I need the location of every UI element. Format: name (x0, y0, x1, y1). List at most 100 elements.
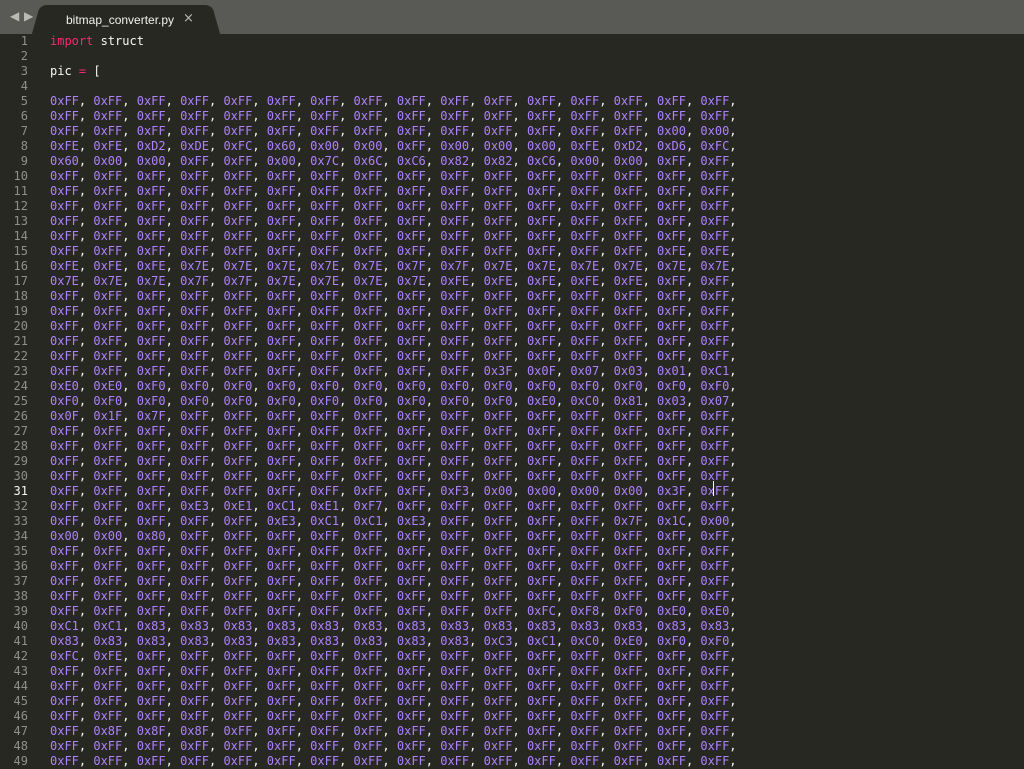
code-line[interactable]: 25 0xF0, 0xF0, 0xF0, 0xF0, 0xF0, 0xF0, 0x… (0, 394, 1024, 409)
code-text: 0xFF, 0xFF, 0xFF, 0xFF, 0xFF, 0xFF, 0xFF… (50, 694, 737, 708)
line-number: 27 (13, 424, 28, 438)
close-icon[interactable]: × (183, 11, 194, 26)
code-line[interactable]: 22 0xFF, 0xFF, 0xFF, 0xFF, 0xFF, 0xFF, 0x… (0, 349, 1024, 364)
code-text: 0xFE, 0xFE, 0xD2, 0xDE, 0xFC, 0x60, 0x00… (50, 139, 737, 153)
code-line[interactable]: 32 0xFF, 0xFF, 0xFF, 0xE3, 0xE1, 0xC1, 0x… (0, 499, 1024, 514)
line-number: 48 (13, 739, 28, 753)
code-line[interactable]: 34 0x00, 0x00, 0x80, 0xFF, 0xFF, 0xFF, 0x… (0, 529, 1024, 544)
code-line[interactable]: 6 0xFF, 0xFF, 0xFF, 0xFF, 0xFF, 0xFF, 0xF… (0, 109, 1024, 124)
code-text: 0xFE, 0xFE, 0xFE, 0x7E, 0x7E, 0x7E, 0x7E… (50, 259, 737, 273)
forward-arrow-icon[interactable]: ▶ (24, 9, 33, 23)
code-line[interactable]: 40 0xC1, 0xC1, 0x83, 0x83, 0x83, 0x83, 0x… (0, 619, 1024, 634)
code-text: 0x7E, 0x7E, 0x7E, 0x7F, 0x7F, 0x7E, 0x7E… (50, 274, 737, 288)
code-line[interactable]: 17 0x7E, 0x7E, 0x7E, 0x7F, 0x7F, 0x7E, 0x… (0, 274, 1024, 289)
code-line[interactable]: 27 0xFF, 0xFF, 0xFF, 0xFF, 0xFF, 0xFF, 0x… (0, 424, 1024, 439)
code-text: 0xF0, 0xF0, 0xF0, 0xF0, 0xF0, 0xF0, 0xF0… (50, 394, 737, 408)
code-line[interactable]: 42 0xFC, 0xFE, 0xFF, 0xFF, 0xFF, 0xFF, 0x… (0, 649, 1024, 664)
code-text: 0x0F, 0x1F, 0x7F, 0xFF, 0xFF, 0xFF, 0xFF… (50, 409, 737, 423)
code-line[interactable]: 13 0xFF, 0xFF, 0xFF, 0xFF, 0xFF, 0xFF, 0x… (0, 214, 1024, 229)
code-line[interactable]: 37 0xFF, 0xFF, 0xFF, 0xFF, 0xFF, 0xFF, 0x… (0, 574, 1024, 589)
code-line[interactable]: 2 (0, 49, 1024, 64)
code-line[interactable]: 8 0xFE, 0xFE, 0xD2, 0xDE, 0xFC, 0x60, 0x0… (0, 139, 1024, 154)
code-line[interactable]: 41 0x83, 0x83, 0x83, 0x83, 0x83, 0x83, 0x… (0, 634, 1024, 649)
back-arrow-icon[interactable]: ◀ (10, 9, 19, 23)
code-line[interactable]: 28 0xFF, 0xFF, 0xFF, 0xFF, 0xFF, 0xFF, 0x… (0, 439, 1024, 454)
code-text: 0xFF, 0xFF, 0xFF, 0xE3, 0xE1, 0xC1, 0xE1… (50, 499, 737, 513)
line-number: 15 (13, 244, 28, 258)
code-text: 0xC1, 0xC1, 0x83, 0x83, 0x83, 0x83, 0x83… (50, 619, 737, 633)
code-line[interactable]: 45 0xFF, 0xFF, 0xFF, 0xFF, 0xFF, 0xFF, 0x… (0, 694, 1024, 709)
line-number: 11 (13, 184, 28, 198)
code-line[interactable]: 4 (0, 79, 1024, 94)
code-text: 0xFF, 0xFF, 0xFF, 0xFF, 0xFF, 0xFF, 0xFF… (50, 199, 737, 213)
code-line[interactable]: 9 0x60, 0x00, 0x00, 0xFF, 0xFF, 0x00, 0x7… (0, 154, 1024, 169)
code-text: 0xFF, 0xFF, 0xFF, 0xFF, 0xFF, 0xFF, 0xFF… (50, 604, 737, 618)
code-text: 0xFF, 0xFF, 0xFF, 0xFF, 0xFF, 0xFF, 0xFF… (50, 94, 737, 108)
code-line[interactable]: 38 0xFF, 0xFF, 0xFF, 0xFF, 0xFF, 0xFF, 0x… (0, 589, 1024, 604)
code-line[interactable]: 7 0xFF, 0xFF, 0xFF, 0xFF, 0xFF, 0xFF, 0xF… (0, 124, 1024, 139)
code-text: 0xFF, 0xFF, 0xFF, 0xFF, 0xFF, 0xFF, 0xFF… (50, 754, 737, 768)
code-line[interactable]: 49 0xFF, 0xFF, 0xFF, 0xFF, 0xFF, 0xFF, 0x… (0, 754, 1024, 769)
code-text: 0xFF, 0xFF, 0xFF, 0xFF, 0xFF, 0xFF, 0xFF… (50, 304, 737, 318)
code-line[interactable]: 3 pic = [ (0, 64, 1024, 79)
code-line[interactable]: 23 0xFF, 0xFF, 0xFF, 0xFF, 0xFF, 0xFF, 0x… (0, 364, 1024, 379)
line-number: 25 (13, 394, 28, 408)
code-text: 0xFF, 0xFF, 0xFF, 0xFF, 0xFF, 0xFF, 0xFF… (50, 184, 737, 198)
code-line[interactable]: 30 0xFF, 0xFF, 0xFF, 0xFF, 0xFF, 0xFF, 0x… (0, 469, 1024, 484)
line-number: 32 (13, 499, 28, 513)
code-line[interactable]: 11 0xFF, 0xFF, 0xFF, 0xFF, 0xFF, 0xFF, 0x… (0, 184, 1024, 199)
code-line[interactable]: 36 0xFF, 0xFF, 0xFF, 0xFF, 0xFF, 0xFF, 0x… (0, 559, 1024, 574)
code-text: 0x83, 0x83, 0x83, 0x83, 0x83, 0x83, 0x83… (50, 634, 737, 648)
line-number: 13 (13, 214, 28, 228)
line-number: 7 (20, 124, 28, 138)
code-line[interactable]: 39 0xFF, 0xFF, 0xFF, 0xFF, 0xFF, 0xFF, 0x… (0, 604, 1024, 619)
code-line[interactable]: 12 0xFF, 0xFF, 0xFF, 0xFF, 0xFF, 0xFF, 0x… (0, 199, 1024, 214)
code-text: import struct (50, 34, 144, 48)
code-line[interactable]: 47 0xFF, 0x8F, 0x8F, 0x8F, 0xFF, 0xFF, 0x… (0, 724, 1024, 739)
code-line[interactable]: 33 0xFF, 0xFF, 0xFF, 0xFF, 0xFF, 0xE3, 0x… (0, 514, 1024, 529)
code-text: 0xE0, 0xE0, 0xF0, 0xF0, 0xF0, 0xF0, 0xF0… (50, 379, 737, 393)
code-line[interactable]: 10 0xFF, 0xFF, 0xFF, 0xFF, 0xFF, 0xFF, 0x… (0, 169, 1024, 184)
code-line[interactable]: 43 0xFF, 0xFF, 0xFF, 0xFF, 0xFF, 0xFF, 0x… (0, 664, 1024, 679)
line-number: 9 (20, 154, 28, 168)
code-line[interactable]: 16 0xFE, 0xFE, 0xFE, 0x7E, 0x7E, 0x7E, 0x… (0, 259, 1024, 274)
code-editor[interactable]: 1 import struct 2 3 pic = [4 5 0xFF, 0xFF, 0xF… (0, 34, 1024, 768)
code-line[interactable]: 21 0xFF, 0xFF, 0xFF, 0xFF, 0xFF, 0xFF, 0x… (0, 334, 1024, 349)
code-text: 0xFF, 0xFF, 0xFF, 0xFF, 0xFF, 0xFF, 0xFF… (50, 349, 737, 363)
line-number: 34 (13, 529, 28, 543)
code-line[interactable]: 35 0xFF, 0xFF, 0xFF, 0xFF, 0xFF, 0xFF, 0x… (0, 544, 1024, 559)
code-line[interactable]: 29 0xFF, 0xFF, 0xFF, 0xFF, 0xFF, 0xFF, 0x… (0, 454, 1024, 469)
code-line[interactable]: 1 import struct (0, 34, 1024, 49)
line-number: 45 (13, 694, 28, 708)
line-number: 16 (13, 259, 28, 273)
line-number: 18 (13, 289, 28, 303)
line-number: 43 (13, 664, 28, 678)
code-text: 0xFF, 0xFF, 0xFF, 0xFF, 0xFF, 0xFF, 0xFF… (50, 664, 737, 678)
code-line[interactable]: 15 0xFF, 0xFF, 0xFF, 0xFF, 0xFF, 0xFF, 0x… (0, 244, 1024, 259)
code-text: 0xFF, 0xFF, 0xFF, 0xFF, 0xFF, 0xFF, 0xFF… (50, 334, 737, 348)
code-line[interactable]: 18 0xFF, 0xFF, 0xFF, 0xFF, 0xFF, 0xFF, 0x… (0, 289, 1024, 304)
code-text: 0xFF, 0xFF, 0xFF, 0xFF, 0xFF, 0xFF, 0xFF… (50, 364, 737, 378)
code-line[interactable]: 20 0xFF, 0xFF, 0xFF, 0xFF, 0xFF, 0xFF, 0x… (0, 319, 1024, 334)
code-line[interactable]: 46 0xFF, 0xFF, 0xFF, 0xFF, 0xFF, 0xFF, 0x… (0, 709, 1024, 724)
line-number: 5 (20, 94, 28, 108)
line-number: 35 (13, 544, 28, 558)
code-line[interactable]: 48 0xFF, 0xFF, 0xFF, 0xFF, 0xFF, 0xFF, 0x… (0, 739, 1024, 754)
code-line[interactable]: 19 0xFF, 0xFF, 0xFF, 0xFF, 0xFF, 0xFF, 0x… (0, 304, 1024, 319)
file-tab-bitmap-converter[interactable]: bitmap_converter.py × (44, 5, 208, 34)
code-line[interactable]: 31 0xFF, 0xFF, 0xFF, 0xFF, 0xFF, 0xFF, 0x… (0, 484, 1024, 499)
code-line[interactable]: 26 0x0F, 0x1F, 0x7F, 0xFF, 0xFF, 0xFF, 0x… (0, 409, 1024, 424)
code-text: pic = [ (50, 64, 101, 78)
code-text: 0xFF, 0xFF, 0xFF, 0xFF, 0xFF, 0xFF, 0xFF… (50, 439, 737, 453)
code-text: 0xFC, 0xFE, 0xFF, 0xFF, 0xFF, 0xFF, 0xFF… (50, 649, 737, 663)
line-number: 12 (13, 199, 28, 213)
code-line[interactable]: 5 0xFF, 0xFF, 0xFF, 0xFF, 0xFF, 0xFF, 0xF… (0, 94, 1024, 109)
code-line[interactable]: 24 0xE0, 0xE0, 0xF0, 0xF0, 0xF0, 0xF0, 0x… (0, 379, 1024, 394)
code-text: 0xFF, 0xFF, 0xFF, 0xFF, 0xFF, 0xFF, 0xFF… (50, 124, 737, 138)
code-text: 0x00, 0x00, 0x80, 0xFF, 0xFF, 0xFF, 0xFF… (50, 529, 737, 543)
code-text: 0xFF, 0xFF, 0xFF, 0xFF, 0xFF, 0xFF, 0xFF… (50, 169, 737, 183)
line-number: 22 (13, 349, 28, 363)
tab-title: bitmap_converter.py (66, 13, 175, 27)
code-line[interactable]: 14 0xFF, 0xFF, 0xFF, 0xFF, 0xFF, 0xFF, 0x… (0, 229, 1024, 244)
code-line[interactable]: 44 0xFF, 0xFF, 0xFF, 0xFF, 0xFF, 0xFF, 0x… (0, 679, 1024, 694)
